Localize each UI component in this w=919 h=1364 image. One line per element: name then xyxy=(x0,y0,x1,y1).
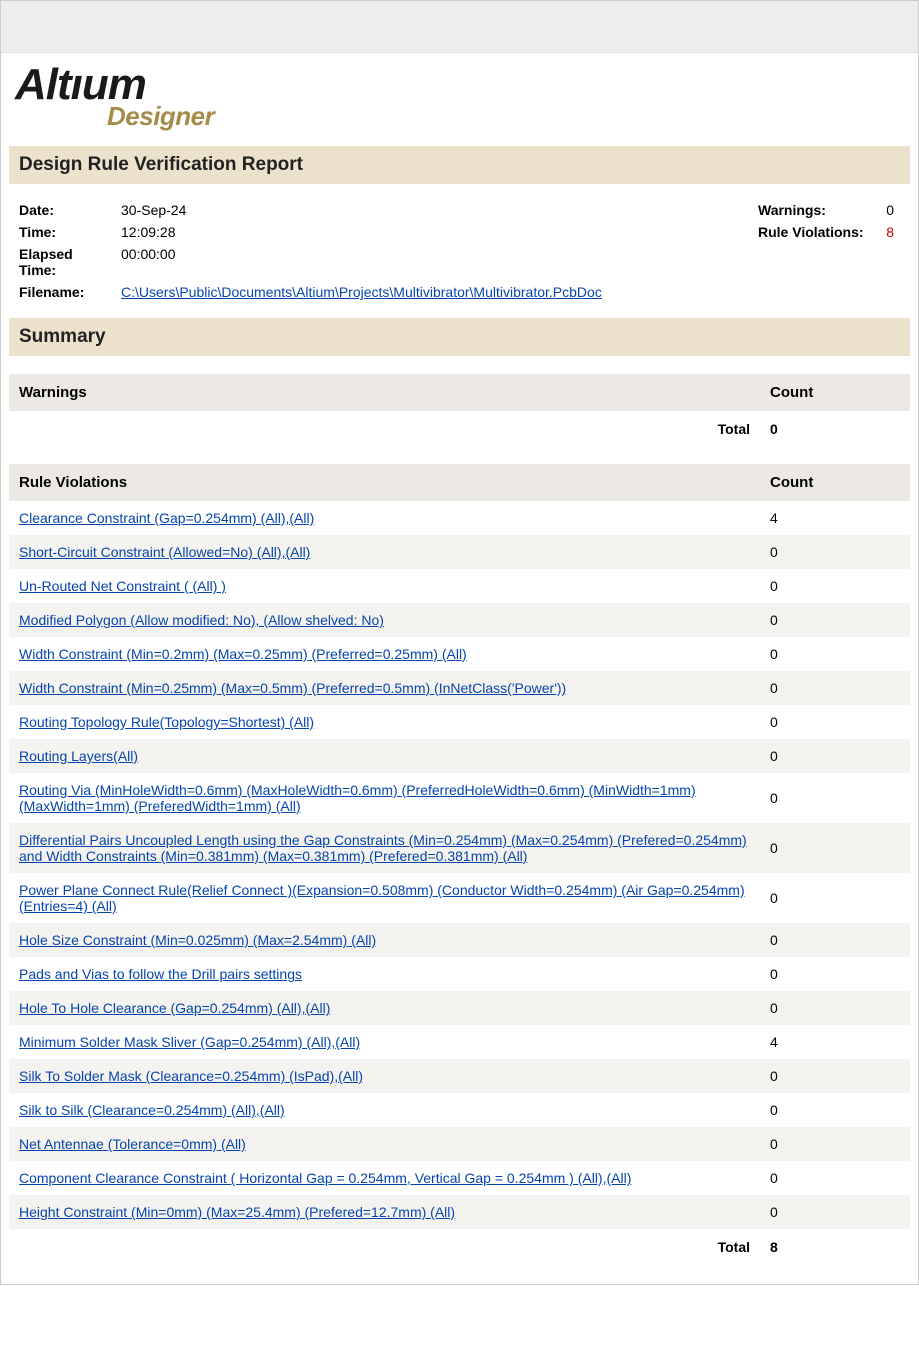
rule-violation-link[interactable]: Hole Size Constraint (Min=0.025mm) (Max=… xyxy=(19,932,376,948)
logo-block: Altıum Designer xyxy=(9,63,910,142)
table-row: Width Constraint (Min=0.25mm) (Max=0.5mm… xyxy=(9,671,910,705)
table-row: Modified Polygon (Allow modified: No), (… xyxy=(9,603,910,637)
rule-violation-link[interactable]: Hole To Hole Clearance (Gap=0.254mm) (Al… xyxy=(19,1000,330,1016)
rule-violation-link[interactable]: Differential Pairs Uncoupled Length usin… xyxy=(19,832,747,864)
rule-violation-count: 4 xyxy=(760,501,910,535)
violations-count-label: Rule Violations: xyxy=(758,222,878,242)
violations-count-value: 8 xyxy=(880,222,900,242)
elapsed-value: 00:00:00 xyxy=(121,244,608,280)
rule-violation-count: 0 xyxy=(760,923,910,957)
rule-violation-count: 0 xyxy=(760,671,910,705)
report-title: Design Rule Verification Report xyxy=(9,146,910,184)
meta-left: Date: 30-Sep-24 Time: 12:09:28 Elapsed T… xyxy=(17,198,610,304)
rule-violation-count: 0 xyxy=(760,1127,910,1161)
table-row: Minimum Solder Mask Sliver (Gap=0.254mm)… xyxy=(9,1025,910,1059)
warnings-total-value: 0 xyxy=(760,411,910,446)
report-metadata: Date: 30-Sep-24 Time: 12:09:28 Elapsed T… xyxy=(9,184,910,314)
rule-violation-count: 0 xyxy=(760,957,910,991)
time-label: Time: xyxy=(19,222,119,242)
table-row: Net Antennae (Tolerance=0mm) (All) 0 xyxy=(9,1127,910,1161)
rule-violation-link[interactable]: Component Clearance Constraint ( Horizon… xyxy=(19,1170,631,1186)
meta-right: Warnings: 0 Rule Violations: 8 xyxy=(756,198,902,304)
rule-violation-count: 0 xyxy=(760,1161,910,1195)
rule-violation-link[interactable]: Un-Routed Net Constraint ( (All) ) xyxy=(19,578,226,594)
rule-violation-count: 0 xyxy=(760,1093,910,1127)
rule-violation-count: 0 xyxy=(760,535,910,569)
rule-violation-link[interactable]: Clearance Constraint (Gap=0.254mm) (All)… xyxy=(19,510,314,526)
rule-violation-link[interactable]: Silk To Solder Mask (Clearance=0.254mm) … xyxy=(19,1068,363,1084)
rule-violation-link[interactable]: Short-Circuit Constraint (Allowed=No) (A… xyxy=(19,544,310,560)
rule-violation-count: 0 xyxy=(760,603,910,637)
date-value: 30-Sep-24 xyxy=(121,200,608,220)
table-row: Width Constraint (Min=0.2mm) (Max=0.25mm… xyxy=(9,637,910,671)
rule-violation-count: 0 xyxy=(760,637,910,671)
violations-table: Rule Violations Count Clearance Constrai… xyxy=(9,464,910,1264)
rule-violation-count: 0 xyxy=(760,873,910,923)
table-row: Routing Layers(All) 0 xyxy=(9,739,910,773)
rule-violation-count: 4 xyxy=(760,1025,910,1059)
rule-violation-link[interactable]: Routing Layers(All) xyxy=(19,748,138,764)
rule-violation-link[interactable]: Height Constraint (Min=0mm) (Max=25.4mm)… xyxy=(19,1204,455,1220)
logo-product: Designer xyxy=(107,101,910,132)
table-row: Clearance Constraint (Gap=0.254mm) (All)… xyxy=(9,501,910,535)
summary-title: Summary xyxy=(9,318,910,356)
gray-topbar xyxy=(1,1,918,53)
time-value: 12:09:28 xyxy=(121,222,608,242)
violations-header: Rule Violations xyxy=(9,464,760,501)
rule-violation-link[interactable]: Width Constraint (Min=0.25mm) (Max=0.5mm… xyxy=(19,680,566,696)
warnings-total-label: Total xyxy=(9,411,760,446)
violations-count-header: Count xyxy=(760,464,910,501)
rule-violation-link[interactable]: Routing Via (MinHoleWidth=0.6mm) (MaxHol… xyxy=(19,782,696,814)
table-row: Height Constraint (Min=0mm) (Max=25.4mm)… xyxy=(9,1195,910,1229)
elapsed-label: Elapsed Time: xyxy=(19,244,119,280)
table-row: Component Clearance Constraint ( Horizon… xyxy=(9,1161,910,1195)
rule-violation-count: 0 xyxy=(760,1195,910,1229)
table-row: Hole To Hole Clearance (Gap=0.254mm) (Al… xyxy=(9,991,910,1025)
table-row: Un-Routed Net Constraint ( (All) ) 0 xyxy=(9,569,910,603)
table-row: Short-Circuit Constraint (Allowed=No) (A… xyxy=(9,535,910,569)
table-row: Routing Topology Rule(Topology=Shortest)… xyxy=(9,705,910,739)
rule-violation-link[interactable]: Net Antennae (Tolerance=0mm) (All) xyxy=(19,1136,246,1152)
table-row: Pads and Vias to follow the Drill pairs … xyxy=(9,957,910,991)
report-content: Altıum Designer Design Rule Verification… xyxy=(1,53,918,1284)
rule-violation-link[interactable]: Pads and Vias to follow the Drill pairs … xyxy=(19,966,302,982)
filename-link[interactable]: C:\Users\Public\Documents\Altium\Project… xyxy=(121,284,602,300)
violations-total-label: Total xyxy=(9,1229,760,1264)
table-row: Silk To Solder Mask (Clearance=0.254mm) … xyxy=(9,1059,910,1093)
filename-label: Filename: xyxy=(19,282,119,302)
rule-violation-link[interactable]: Modified Polygon (Allow modified: No), (… xyxy=(19,612,384,628)
rule-violation-count: 0 xyxy=(760,569,910,603)
rule-violation-link[interactable]: Minimum Solder Mask Sliver (Gap=0.254mm)… xyxy=(19,1034,360,1050)
rule-violation-count: 0 xyxy=(760,991,910,1025)
warnings-count-header: Count xyxy=(760,374,910,411)
violations-total-value: 8 xyxy=(760,1229,910,1264)
warnings-count-label: Warnings: xyxy=(758,200,878,220)
rule-violation-count: 0 xyxy=(760,705,910,739)
report-container: Altıum Designer Design Rule Verification… xyxy=(0,0,919,1285)
table-row: Routing Via (MinHoleWidth=0.6mm) (MaxHol… xyxy=(9,773,910,823)
rule-violation-link[interactable]: Routing Topology Rule(Topology=Shortest)… xyxy=(19,714,314,730)
rule-violation-count: 0 xyxy=(760,1059,910,1093)
rule-violation-count: 0 xyxy=(760,739,910,773)
rule-violation-link[interactable]: Silk to Silk (Clearance=0.254mm) (All),(… xyxy=(19,1102,285,1118)
table-row: Silk to Silk (Clearance=0.254mm) (All),(… xyxy=(9,1093,910,1127)
table-row: Hole Size Constraint (Min=0.025mm) (Max=… xyxy=(9,923,910,957)
rule-violation-count: 0 xyxy=(760,823,910,873)
rule-violation-count: 0 xyxy=(760,773,910,823)
warnings-count-value: 0 xyxy=(880,200,900,220)
warnings-table: Warnings Count Total 0 xyxy=(9,374,910,446)
rule-violation-link[interactable]: Width Constraint (Min=0.2mm) (Max=0.25mm… xyxy=(19,646,467,662)
date-label: Date: xyxy=(19,200,119,220)
table-row: Power Plane Connect Rule(Relief Connect … xyxy=(9,873,910,923)
rule-violation-link[interactable]: Power Plane Connect Rule(Relief Connect … xyxy=(19,882,745,914)
table-row: Differential Pairs Uncoupled Length usin… xyxy=(9,823,910,873)
warnings-header: Warnings xyxy=(9,374,760,411)
